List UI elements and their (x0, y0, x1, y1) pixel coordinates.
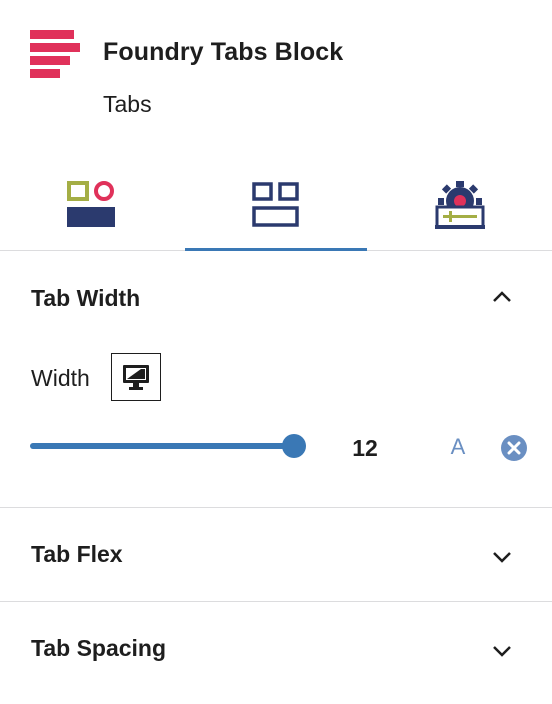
tab-style[interactable] (0, 160, 184, 250)
panel-title: Tab Flex (31, 541, 123, 567)
panel-title: Tab Spacing (31, 635, 167, 661)
block-card: Foundry Tabs Block Tabs (0, 0, 552, 150)
panel-tab-width-header[interactable]: Tab Width (0, 250, 552, 344)
desktop-icon (123, 365, 149, 390)
width-label: Width (31, 365, 90, 391)
width-value[interactable]: 12 (340, 435, 390, 462)
chevron-up-icon (493, 291, 511, 302)
chevron-down-icon (493, 646, 511, 657)
clear-icon[interactable] (500, 434, 528, 462)
tab-advanced[interactable] (368, 160, 552, 250)
inspector-tabs (0, 160, 552, 251)
panel-tab-spacing-header[interactable]: Tab Spacing (0, 601, 552, 695)
slider-fill (30, 443, 294, 449)
device-toggle-button[interactable] (111, 353, 161, 401)
layout-grid-icon (252, 182, 299, 227)
block-description: Tabs (103, 91, 152, 117)
settings-gear-icon (435, 181, 485, 229)
panel-tab-flex-header[interactable]: Tab Flex (0, 507, 552, 601)
chevron-down-icon (493, 552, 511, 563)
block-title: Foundry Tabs Block (103, 38, 344, 66)
auto-width-button[interactable]: A (446, 434, 470, 462)
width-slider[interactable] (30, 434, 306, 458)
panel-tab-spacing: Tab Spacing (0, 601, 552, 704)
tab-layout[interactable] (184, 160, 368, 251)
slider-thumb[interactable] (282, 434, 306, 458)
panel-tab-flex: Tab Flex (0, 507, 552, 602)
style-shapes-icon (67, 181, 115, 227)
panel-title: Tab Width (31, 285, 141, 311)
foundry-logo-icon (30, 30, 80, 78)
